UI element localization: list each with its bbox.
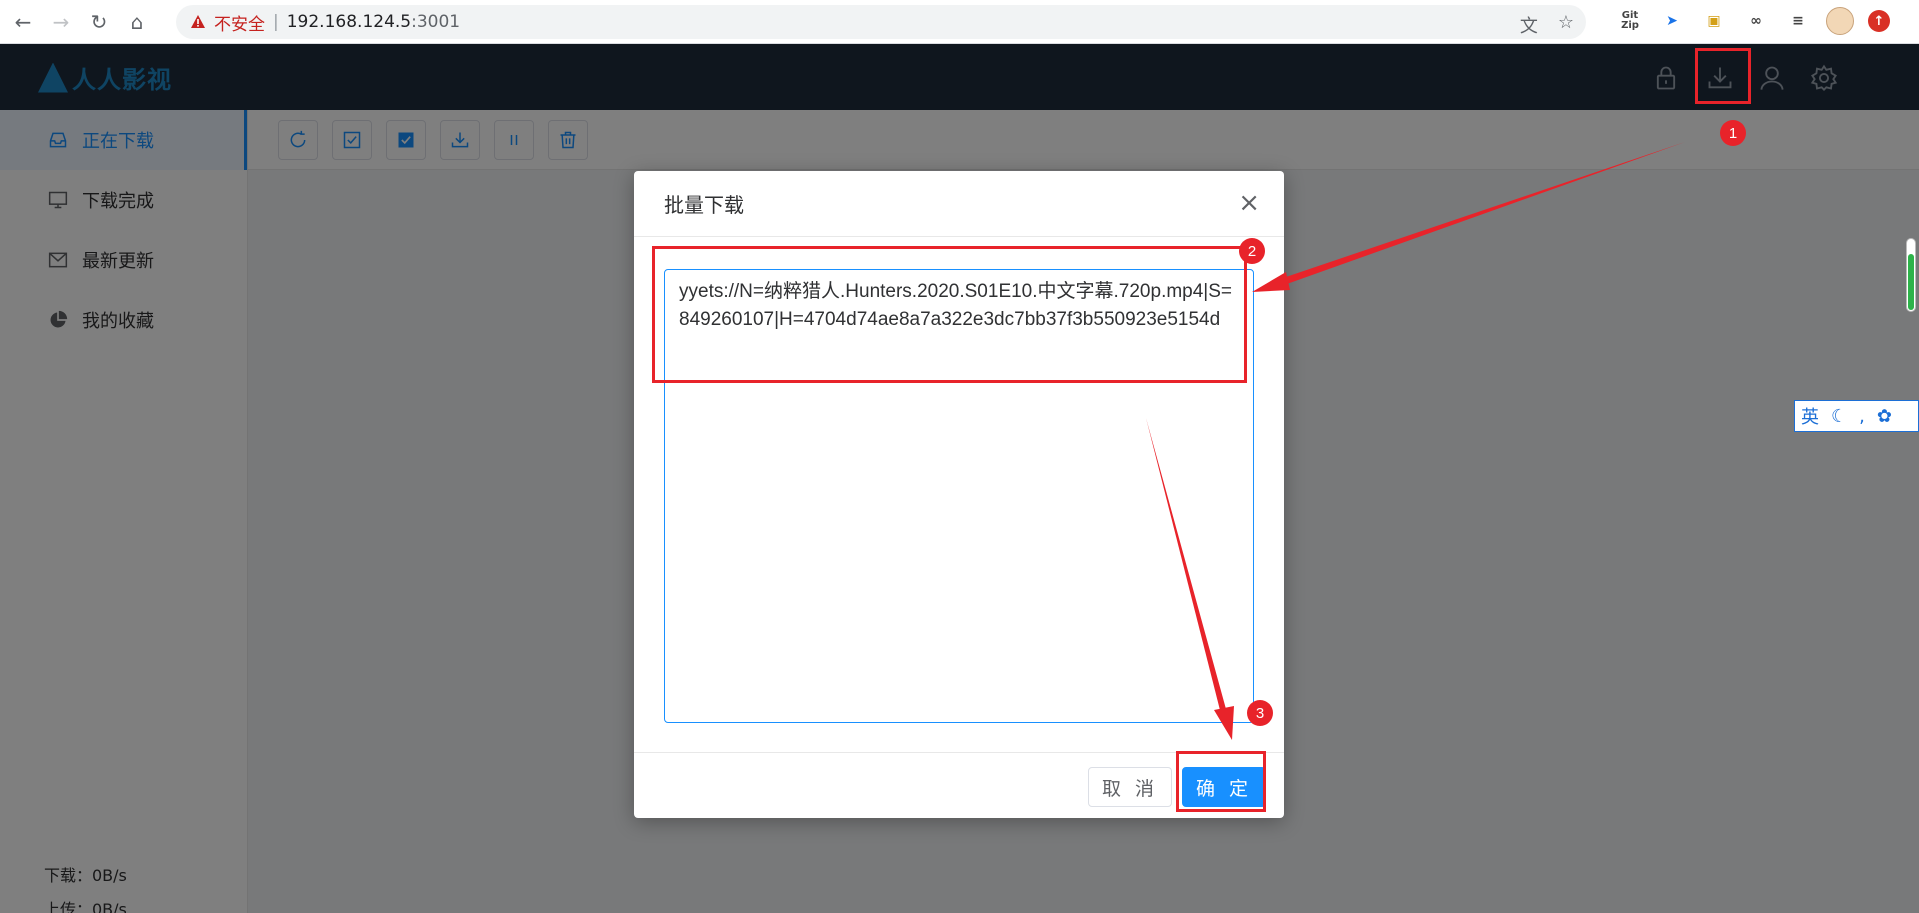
cancel-button[interactable]: 取 消 xyxy=(1088,767,1172,807)
browser-toolbar: ← → ↻ ⌂ 不安全 | 192.168.124.5:3001 文 ☆ Git… xyxy=(0,0,1919,44)
update-icon[interactable]: ↑ xyxy=(1868,10,1890,32)
url-port: :3001 xyxy=(411,12,461,32)
send-extension-icon[interactable]: ➤ xyxy=(1658,7,1686,35)
forward-icon[interactable]: → xyxy=(46,7,76,37)
ime-toolbar[interactable]: 英 ☾ , ✿ xyxy=(1794,400,1919,432)
translate-icon[interactable]: 文 xyxy=(1520,12,1538,38)
scroll-indicator-fill xyxy=(1908,254,1914,310)
tampermonkey-extension-icon[interactable]: ▣ xyxy=(1700,7,1728,35)
moon-icon[interactable]: ☾ xyxy=(1831,406,1847,427)
ime-language-label[interactable]: 英 xyxy=(1801,403,1819,429)
annotation-box-1 xyxy=(1695,48,1751,104)
reload-icon[interactable]: ↻ xyxy=(84,7,114,37)
url-separator: | xyxy=(273,12,279,32)
ime-settings-icon[interactable]: ✿ xyxy=(1877,406,1892,427)
url-host: 192.168.124.5 xyxy=(286,12,412,32)
address-bar[interactable]: 不安全 | 192.168.124.5:3001 文 ☆ xyxy=(176,5,1586,39)
close-icon[interactable]: × xyxy=(1238,190,1260,216)
annotation-box-2 xyxy=(652,246,1247,383)
dialog-header: 批量下载 xyxy=(634,171,1284,237)
punctuation-icon[interactable]: , xyxy=(1859,406,1865,427)
scroll-indicator[interactable] xyxy=(1906,238,1916,312)
warning-icon xyxy=(191,15,205,28)
back-icon[interactable]: ← xyxy=(8,7,38,37)
insecure-label: 不安全 xyxy=(214,14,265,35)
annotation-badge-1: 1 xyxy=(1720,120,1746,146)
annotation-box-3 xyxy=(1176,751,1266,812)
profile-avatar[interactable] xyxy=(1826,7,1854,35)
home-icon[interactable]: ⌂ xyxy=(122,7,152,37)
gitzip-extension-icon[interactable]: Git Zip xyxy=(1616,7,1644,35)
reading-list-icon[interactable]: ≡ xyxy=(1784,7,1812,35)
extension-icon[interactable]: ∞ xyxy=(1742,7,1770,35)
annotation-badge-3: 3 xyxy=(1247,700,1273,726)
annotation-badge-2: 2 xyxy=(1239,238,1265,264)
bookmark-star-icon[interactable]: ☆ xyxy=(1558,12,1574,38)
dialog-title: 批量下载 xyxy=(664,193,744,217)
